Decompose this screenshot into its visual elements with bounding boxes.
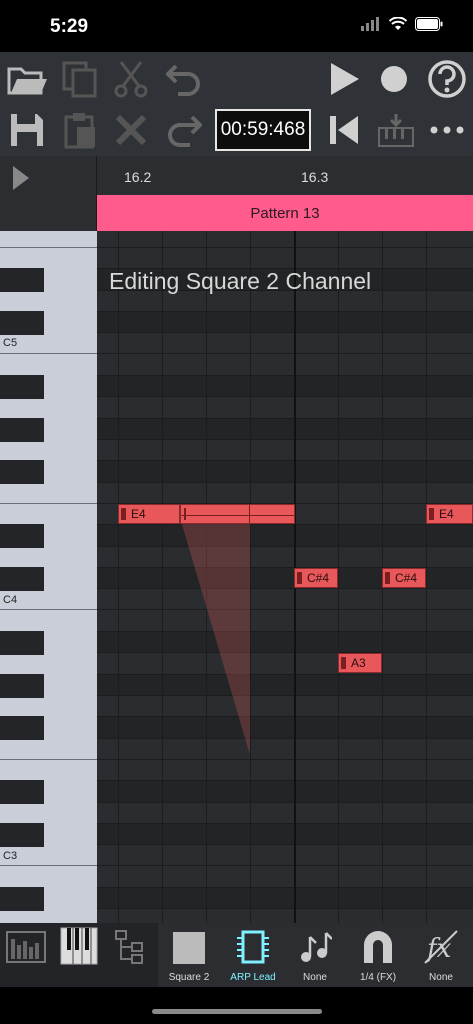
square-wave-icon — [172, 931, 206, 970]
open-folder-icon[interactable] — [5, 57, 49, 101]
view-switcher — [0, 923, 158, 987]
black-key[interactable] — [0, 567, 44, 591]
chip-icon — [236, 929, 270, 970]
home-area — [0, 987, 473, 1024]
black-key[interactable] — [0, 823, 44, 847]
wifi-icon — [388, 16, 408, 36]
key-separator — [0, 609, 97, 610]
note-block[interactable]: C#4 — [294, 568, 338, 588]
redo-icon[interactable] — [162, 108, 206, 152]
arp-selector[interactable]: ARP Lead — [222, 923, 284, 987]
black-key[interactable] — [0, 418, 44, 442]
note-block[interactable]: E4 — [118, 504, 180, 524]
fx-selector[interactable]: fx None — [414, 923, 468, 987]
key-separator — [0, 503, 97, 504]
note-sustain[interactable] — [180, 504, 295, 524]
signal-icon — [361, 17, 381, 36]
expand-arrow-icon[interactable] — [10, 164, 32, 197]
piano-keyboard[interactable]: C5 C4 C3 — [0, 231, 97, 923]
tree-icon[interactable] — [114, 929, 146, 970]
black-key[interactable] — [0, 780, 44, 804]
fx-icon: fx — [423, 929, 459, 970]
effect-label: None — [303, 972, 327, 983]
black-key[interactable] — [0, 311, 44, 335]
sustain-divider — [249, 505, 250, 523]
black-key[interactable] — [0, 268, 44, 292]
black-key[interactable] — [0, 375, 44, 399]
fx-label: None — [429, 972, 453, 983]
effect-selector[interactable]: None — [288, 923, 342, 987]
arp-label: ARP Lead — [230, 972, 276, 983]
sustain-handle — [184, 508, 186, 520]
home-indicator[interactable] — [152, 1009, 322, 1014]
instrument-selector[interactable]: Square 2 — [160, 923, 218, 987]
instrument-label: Square 2 — [168, 972, 210, 983]
black-key[interactable] — [0, 674, 44, 698]
paste-icon[interactable] — [58, 108, 102, 152]
play-icon[interactable] — [322, 57, 366, 101]
bottom-toolbar: Square 2 ARP Lead None 1/4 (FX) fx None — [0, 923, 473, 987]
key-label-c4: C4 — [3, 594, 18, 606]
cut-icon[interactable] — [109, 57, 153, 101]
note-block[interactable]: E4 — [426, 504, 473, 524]
black-key[interactable] — [0, 631, 44, 655]
black-key[interactable] — [0, 716, 44, 740]
status-bar: 5:29 — [0, 0, 473, 52]
toolbar: 00:59:468 — [0, 52, 473, 204]
rewind-icon[interactable] — [322, 108, 366, 152]
piano-roll-icon[interactable] — [60, 927, 98, 970]
ruler-mark: 16.3 — [301, 169, 329, 185]
record-icon[interactable] — [372, 57, 416, 101]
snap-label: 1/4 (FX) — [359, 972, 397, 983]
key-separator — [0, 759, 97, 760]
black-key[interactable] — [0, 887, 44, 911]
more-icon[interactable] — [425, 108, 469, 152]
copy-icon[interactable] — [58, 57, 102, 101]
timeline-ruler[interactable]: 16.2 16.3 — [97, 156, 473, 195]
help-icon[interactable] — [425, 57, 469, 101]
mixer-icon[interactable] — [6, 931, 46, 968]
snap-selector[interactable]: 1/4 (FX) — [348, 923, 408, 987]
ruler-corner — [0, 156, 97, 231]
black-key[interactable] — [0, 460, 44, 484]
sustain-line — [181, 515, 294, 516]
key-separator — [0, 353, 97, 354]
black-key[interactable] — [0, 524, 44, 548]
note-block[interactable]: A3 — [338, 653, 382, 673]
magnet-icon — [361, 929, 395, 970]
music-note-icon — [298, 929, 333, 970]
piano-roll-grid[interactable]: Editing Square 2 Channel E4 E4 C#4 C#4 A… — [97, 231, 473, 923]
time-counter: 00:59:468 — [215, 109, 311, 151]
piano-input-icon[interactable] — [374, 108, 418, 152]
key-separator — [0, 247, 97, 248]
undo-icon[interactable] — [162, 57, 206, 101]
key-label-c3: C3 — [3, 850, 18, 862]
key-separator — [0, 865, 97, 866]
pattern-bar[interactable]: Pattern 13 — [97, 195, 473, 231]
save-icon[interactable] — [5, 108, 49, 152]
status-icons — [361, 16, 443, 36]
battery-icon — [415, 17, 443, 36]
status-time: 5:29 — [50, 16, 89, 37]
delete-icon[interactable] — [109, 108, 153, 152]
key-label-c5: C5 — [3, 337, 18, 349]
note-block[interactable]: C#4 — [382, 568, 426, 588]
ruler-mark: 16.2 — [124, 169, 152, 185]
